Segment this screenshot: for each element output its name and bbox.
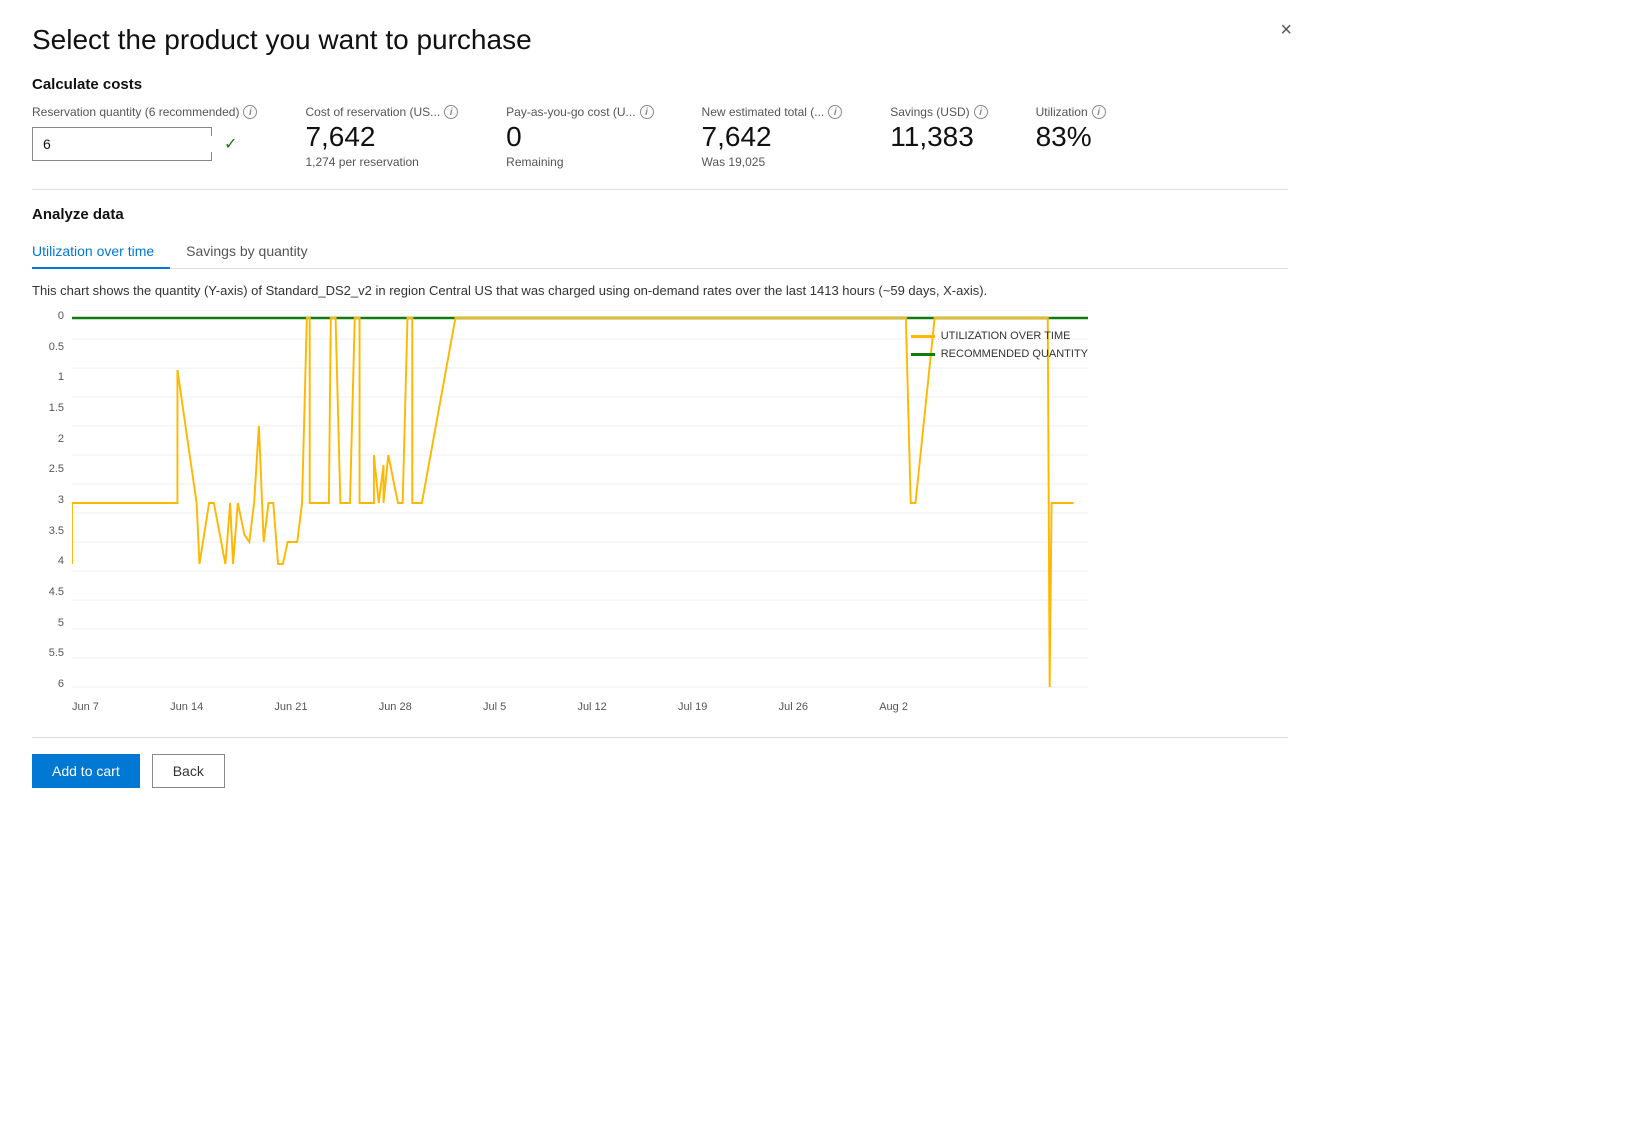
qty-check-icon: ✓ bbox=[224, 134, 237, 154]
analyze-data-title: Analyze data bbox=[32, 206, 1288, 223]
tab-utilization[interactable]: Utilization over time bbox=[32, 235, 170, 269]
chart-area: 6 5.5 5 4.5 4 3.5 3 2.5 2 1.5 1 0.5 0 bbox=[32, 310, 1088, 693]
cost-reservation-sub: 1,274 per reservation bbox=[305, 155, 458, 169]
chart-main: UTILIZATION OVER TIME RECOMMENDED QUANTI… bbox=[72, 310, 1088, 693]
legend: UTILIZATION OVER TIME RECOMMENDED QUANTI… bbox=[911, 330, 1088, 360]
add-to-cart-button[interactable]: Add to cart bbox=[32, 754, 140, 788]
utilization-legend-label: UTILIZATION OVER TIME bbox=[941, 330, 1071, 342]
new-estimated-label: New estimated total (... bbox=[702, 105, 825, 119]
reservation-qty-group: Reservation quantity (6 recommended) i ✓ bbox=[32, 105, 257, 161]
savings-label: Savings (USD) bbox=[890, 105, 969, 119]
chart-description: This chart shows the quantity (Y-axis) o… bbox=[32, 283, 1288, 298]
tabs: Utilization over time Savings by quantit… bbox=[32, 235, 1288, 269]
legend-recommended: RECOMMENDED QUANTITY bbox=[911, 348, 1088, 360]
utilization-label: Utilization bbox=[1036, 105, 1088, 119]
main-dialog: × Select the product you want to purchas… bbox=[0, 0, 1320, 980]
savings-value: 11,383 bbox=[890, 121, 987, 153]
utilization-legend-line bbox=[911, 335, 935, 338]
utilization: Utilization i 83% bbox=[1036, 105, 1106, 153]
reservation-qty-input[interactable] bbox=[43, 136, 224, 152]
paygo-sub: Remaining bbox=[506, 155, 653, 169]
utilization-value: 83% bbox=[1036, 121, 1106, 153]
paygo-cost: Pay-as-you-go cost (U... i 0 Remaining bbox=[506, 105, 653, 169]
recommended-legend-line bbox=[911, 353, 935, 356]
new-estimated-value: 7,642 bbox=[702, 121, 843, 153]
costs-row: Reservation quantity (6 recommended) i ✓… bbox=[32, 105, 1288, 169]
cost-of-reservation: Cost of reservation (US... i 7,642 1,274… bbox=[305, 105, 458, 169]
reservation-qty-input-wrap[interactable]: ✓ bbox=[32, 127, 212, 161]
bottom-actions: Add to cart Back bbox=[32, 737, 1288, 788]
savings: Savings (USD) i 11,383 bbox=[890, 105, 987, 153]
y-axis: 6 5.5 5 4.5 4 3.5 3 2.5 2 1.5 1 0.5 0 bbox=[32, 310, 72, 690]
back-button[interactable]: Back bbox=[152, 754, 225, 788]
new-estimated-info-icon[interactable]: i bbox=[828, 105, 842, 119]
new-estimated-total: New estimated total (... i 7,642 Was 19,… bbox=[702, 105, 843, 169]
savings-info-icon[interactable]: i bbox=[974, 105, 988, 119]
utilization-info-icon[interactable]: i bbox=[1092, 105, 1106, 119]
x-axis: Jun 7 Jun 14 Jun 21 Jun 28 Jul 5 Jul 12 … bbox=[32, 701, 1088, 713]
close-button[interactable]: × bbox=[1280, 20, 1292, 40]
cost-reservation-label: Cost of reservation (US... bbox=[305, 105, 440, 119]
reservation-qty-label: Reservation quantity (6 recommended) i bbox=[32, 105, 257, 119]
divider-1 bbox=[32, 189, 1288, 190]
recommended-legend-label: RECOMMENDED QUANTITY bbox=[941, 348, 1088, 360]
new-estimated-sub: Was 19,025 bbox=[702, 155, 843, 169]
calculate-costs-title: Calculate costs bbox=[32, 76, 1288, 93]
dialog-title: Select the product you want to purchase bbox=[32, 24, 1288, 56]
paygo-label: Pay-as-you-go cost (U... bbox=[506, 105, 635, 119]
legend-utilization: UTILIZATION OVER TIME bbox=[911, 330, 1088, 342]
chart-wrapper: 6 5.5 5 4.5 4 3.5 3 2.5 2 1.5 1 0.5 0 bbox=[32, 310, 1288, 713]
chart-svg bbox=[72, 310, 1088, 690]
tab-savings[interactable]: Savings by quantity bbox=[186, 235, 323, 269]
paygo-info-icon[interactable]: i bbox=[640, 105, 654, 119]
reservation-qty-info-icon[interactable]: i bbox=[243, 105, 257, 119]
paygo-value: 0 bbox=[506, 121, 653, 153]
cost-reservation-value: 7,642 bbox=[305, 121, 458, 153]
cost-reservation-info-icon[interactable]: i bbox=[444, 105, 458, 119]
